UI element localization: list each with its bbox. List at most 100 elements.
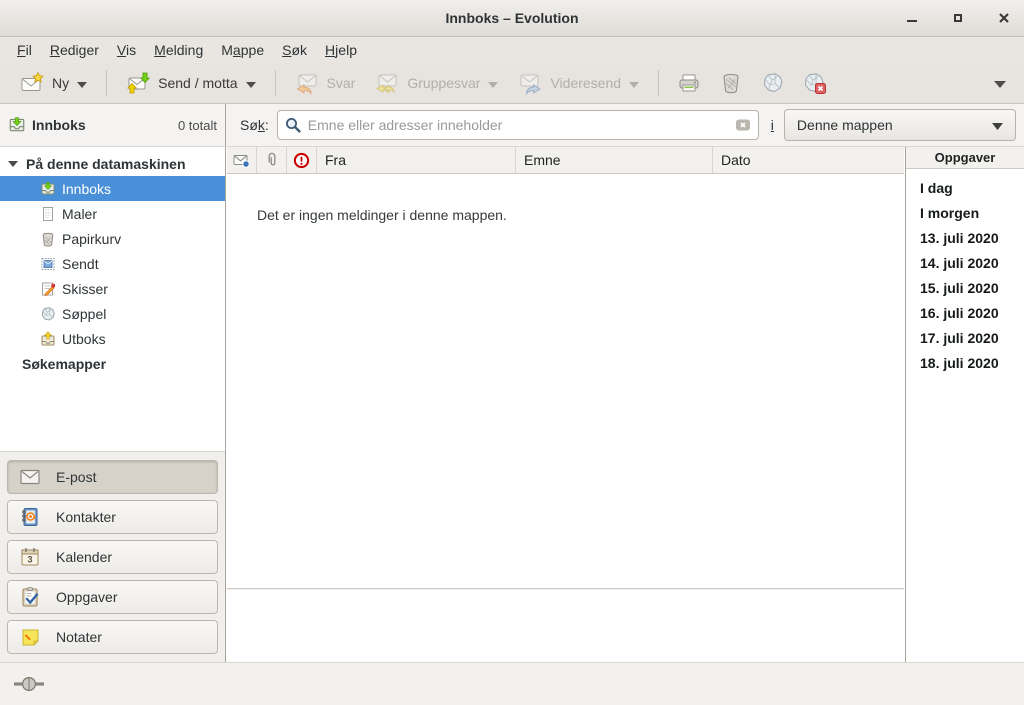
junk-button[interactable] [752, 67, 794, 99]
preview-pane [227, 590, 904, 662]
folder-label: Innboks [62, 181, 111, 197]
column-attachment[interactable] [257, 147, 287, 173]
task-group-date[interactable]: 18. juli 2020 [920, 351, 1024, 376]
column-date-label: Dato [721, 152, 751, 168]
online-status-plug-icon[interactable] [14, 675, 44, 693]
menu-search[interactable]: Søk [273, 37, 316, 63]
minimize-icon [906, 12, 918, 24]
task-group-date[interactable]: 14. juli 2020 [920, 251, 1024, 276]
read-status-icon [233, 153, 250, 168]
task-group-date[interactable]: 17. juli 2020 [920, 326, 1024, 351]
folder-junk[interactable]: Søppel [0, 301, 225, 326]
new-message-button[interactable]: Ny [10, 67, 97, 99]
menu-file[interactable]: Fil [8, 37, 41, 63]
task-group-today[interactable]: I dag [920, 176, 1024, 201]
toolbar-overflow-button[interactable] [994, 75, 1006, 91]
folder-header-count: 0 totalt [178, 118, 217, 133]
evolution-window: Innboks – Evolution Fil Rediger Vis Meld… [0, 0, 1024, 705]
task-group-date[interactable]: 15. juli 2020 [920, 276, 1024, 301]
switcher-mail-button[interactable]: E-post [7, 460, 218, 494]
column-priority[interactable] [287, 147, 317, 173]
menu-folder[interactable]: Mappe [212, 37, 273, 63]
new-message-label: Ny [52, 75, 69, 91]
switcher-calendar-button[interactable]: 3 Kalender [7, 540, 218, 574]
search-box [277, 110, 759, 140]
switcher-label: Oppgaver [56, 589, 117, 605]
toolbar-separator [658, 70, 659, 96]
send-receive-button[interactable]: Send / motta [116, 67, 265, 99]
expander-icon[interactable] [8, 161, 18, 167]
menu-message[interactable]: Melding [145, 37, 212, 63]
task-group-date[interactable]: 16. juli 2020 [920, 301, 1024, 326]
inbox-icon [8, 116, 26, 134]
component-switcher: E-post [0, 451, 225, 662]
task-group-date[interactable]: 13. juli 2020 [920, 226, 1024, 251]
new-mail-icon [20, 71, 44, 95]
send-receive-dropdown-icon[interactable] [246, 75, 256, 91]
menu-help[interactable]: Hjelp [316, 37, 366, 63]
close-icon [998, 12, 1010, 24]
forward-dropdown-icon[interactable] [629, 75, 639, 91]
drafts-icon [40, 281, 56, 297]
forward-button[interactable]: Videresend [508, 67, 649, 99]
send-receive-icon [126, 71, 150, 95]
folder-drafts[interactable]: Skisser [0, 276, 225, 301]
message-list-pane: Fra Emne Dato Det er ingen meldinger i d… [227, 147, 904, 662]
search-scope-dropdown[interactable]: Denne mappen [784, 109, 1016, 141]
group-reply-icon [375, 71, 399, 95]
folder-sent[interactable]: Sendt [0, 251, 225, 276]
search-scope-value: Denne mappen [797, 117, 893, 133]
forward-icon [518, 71, 542, 95]
calendar-icon: 3 [19, 546, 41, 568]
folder-header-title: Innboks [32, 117, 86, 133]
toolbar-separator [275, 70, 276, 96]
menu-view[interactable]: Vis [108, 37, 145, 63]
outbox-icon [40, 331, 56, 347]
delete-button[interactable] [710, 67, 752, 99]
forward-label: Videresend [550, 75, 621, 91]
group-reply-button[interactable]: Gruppesvar [365, 67, 508, 99]
column-subject[interactable]: Emne [516, 147, 713, 173]
reply-button[interactable]: Svar [285, 67, 366, 99]
close-button[interactable] [996, 10, 1012, 26]
folder-trash[interactable]: Papirkurv [0, 226, 225, 251]
task-group-tomorrow[interactable]: I morgen [920, 201, 1024, 226]
empty-folder-message: Det er ingen meldinger i denne mappen. [257, 207, 904, 223]
group-reply-dropdown-icon[interactable] [488, 75, 498, 91]
switcher-label: Kontakter [56, 509, 116, 525]
titlebar: Innboks – Evolution [0, 0, 1024, 37]
maximize-button[interactable] [950, 10, 966, 26]
folder-inbox[interactable]: Innboks [0, 176, 225, 201]
folder-outbox[interactable]: Utboks [0, 326, 225, 351]
column-from-label: Fra [325, 152, 346, 168]
templates-icon [40, 206, 56, 222]
folder-tree: På denne datamaskinen Innboks [0, 147, 225, 451]
menu-edit[interactable]: Rediger [41, 37, 108, 63]
sent-icon [40, 256, 56, 272]
junk-icon [40, 306, 56, 322]
switcher-memos-button[interactable]: Notater [7, 620, 218, 654]
print-button[interactable] [668, 67, 710, 99]
search-in-label: i [771, 117, 774, 133]
folder-label: Utboks [62, 331, 106, 347]
task-pane: Oppgaver I dag I morgen 13. juli 2020 14… [905, 147, 1024, 662]
menubar: Fil Rediger Vis Melding Mappe Søk Hjelp [0, 37, 1024, 63]
tree-root-search-folders[interactable]: Søkemapper [0, 351, 225, 376]
clear-search-icon[interactable] [735, 117, 751, 133]
column-date[interactable]: Dato [713, 147, 904, 173]
task-pane-header[interactable]: Oppgaver [906, 147, 1024, 169]
column-from[interactable]: Fra [317, 147, 516, 173]
junk-icon [761, 71, 785, 95]
not-junk-button[interactable] [794, 67, 836, 99]
tasks-icon [19, 586, 41, 608]
search-input[interactable] [277, 110, 759, 140]
maximize-icon [952, 12, 964, 24]
new-message-dropdown-icon[interactable] [77, 75, 87, 91]
trash-icon [40, 231, 56, 247]
folder-templates[interactable]: Maler [0, 201, 225, 226]
switcher-contacts-button[interactable]: Kontakter [7, 500, 218, 534]
minimize-button[interactable] [904, 10, 920, 26]
switcher-tasks-button[interactable]: Oppgaver [7, 580, 218, 614]
column-read-status[interactable] [227, 147, 257, 173]
tree-root-on-this-computer[interactable]: På denne datamaskinen [0, 151, 225, 176]
